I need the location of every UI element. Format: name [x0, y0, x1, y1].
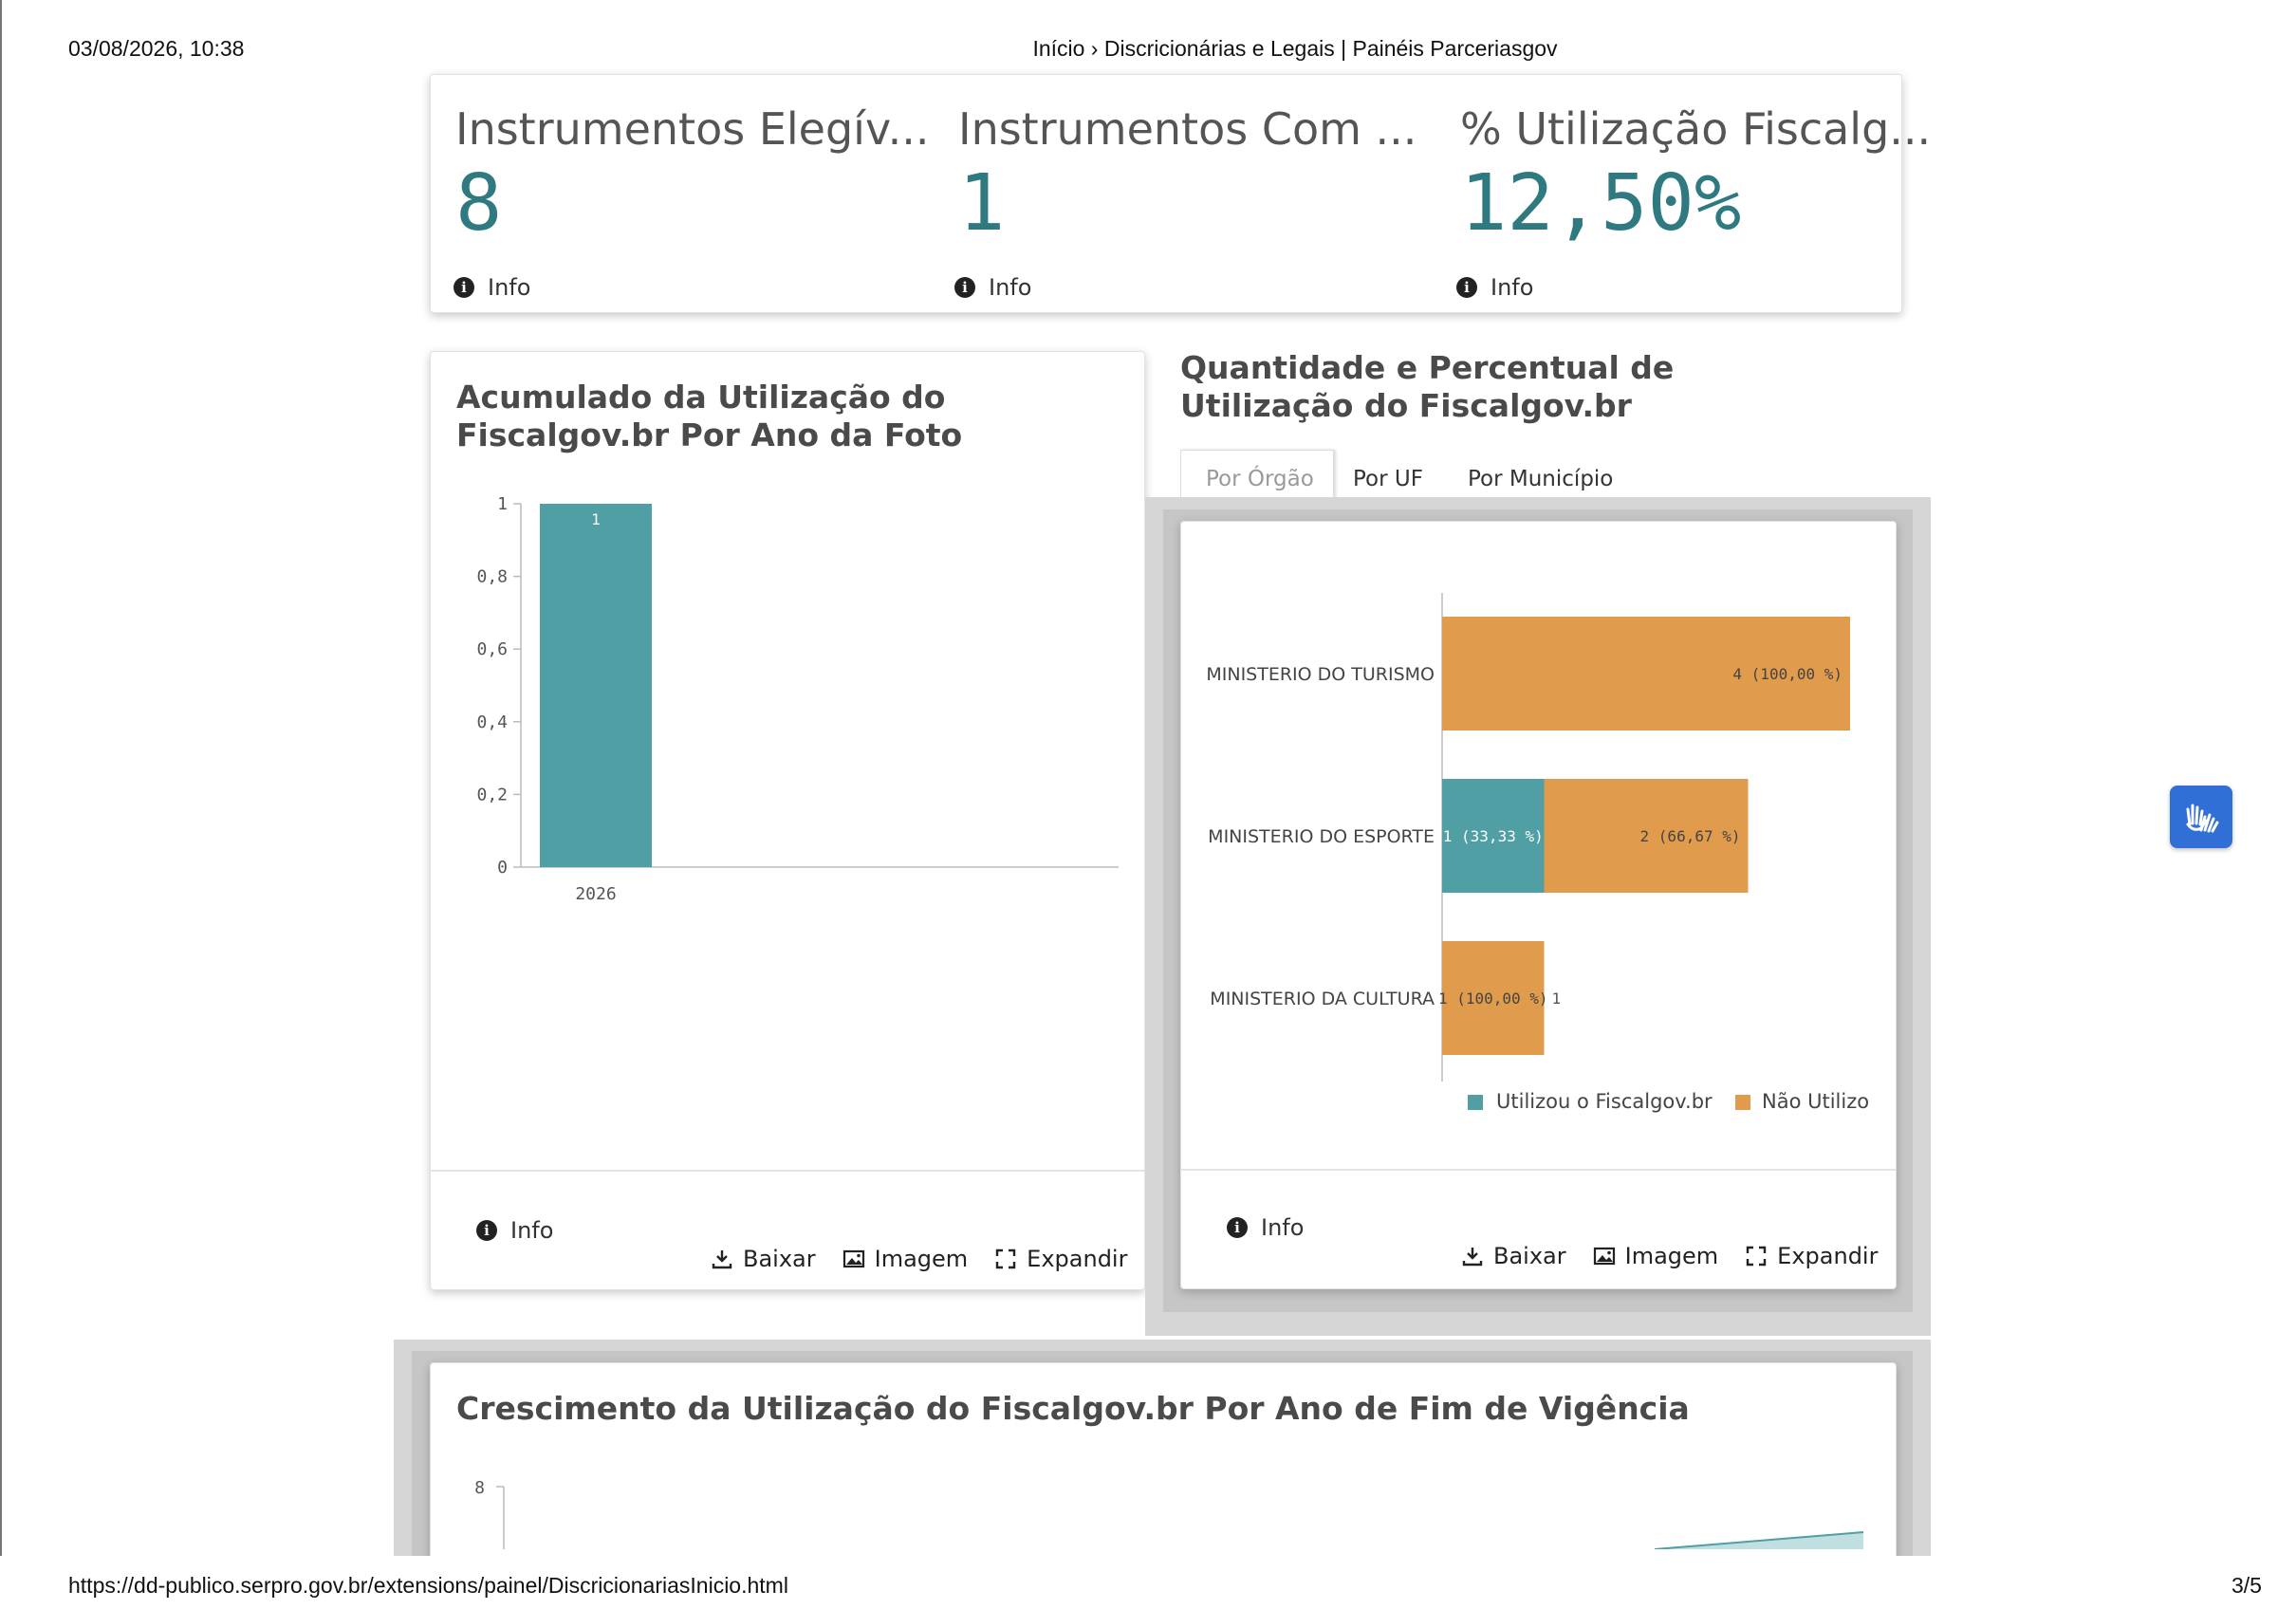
expand-button[interactable]: Expandir: [994, 1246, 1127, 1272]
y-tick-label: 0,8: [476, 567, 508, 587]
category-label: MINISTERIO DO TURISMO: [1206, 664, 1435, 685]
bar-data-label: 2 (66,67 %): [1640, 827, 1741, 845]
kpi-value: 1: [958, 158, 1006, 249]
bar-data-label: 1: [591, 510, 601, 528]
kpi-info-button[interactable]: i Info: [1456, 274, 1533, 301]
kpi-value: 8: [455, 158, 503, 249]
utilization-chart-panel: MINISTERIO DO TURISMO 4 (100,00 %) MINISTE…: [1180, 521, 1897, 1289]
y-tick-label: 0,2: [476, 785, 508, 804]
panel-title: Crescimento da Utilização do Fiscalgov.b…: [456, 1390, 1690, 1427]
info-label: Info: [488, 274, 531, 301]
sign-language-hands-icon: [2186, 804, 2219, 833]
kpi-eligible: Instrumentos Elegív... 8: [455, 103, 929, 249]
bar-data-label: 1 (33,33 %): [1443, 827, 1544, 845]
download-label: Baixar: [1493, 1243, 1566, 1269]
info-label: Info: [510, 1217, 554, 1244]
info-label: Info: [989, 274, 1032, 301]
info-icon: i: [1456, 277, 1477, 298]
accumulated-chart-panel: Acumulado da Utilização do Fiscalgov.br …: [430, 351, 1145, 1290]
y-tick-label: 8: [474, 1478, 485, 1498]
print-page-number: 3/5: [2231, 1573, 2262, 1598]
info-button[interactable]: i Info: [1227, 1214, 1304, 1241]
kpi-title: Instrumentos Elegív...: [455, 103, 930, 155]
image-button[interactable]: Imagem: [1593, 1243, 1719, 1269]
info-label: Info: [1491, 274, 1534, 301]
y-tick-label: 0,6: [476, 639, 508, 659]
kpi-with-fiscal: Instrumentos Com ... 1: [958, 103, 1416, 249]
sign-language-button[interactable]: [2170, 786, 2232, 848]
accumulated-bar-chart: 0 0,2 0,4 0,6 0,8 1 1 2026: [476, 494, 1119, 904]
image-label: Imagem: [874, 1246, 969, 1272]
expand-label: Expandir: [1777, 1243, 1879, 1269]
y-tick-label: 1: [497, 494, 508, 514]
download-icon: [1462, 1248, 1483, 1267]
bar-data-label: 1 (100,00 %): [1438, 989, 1548, 1008]
divider: [431, 1170, 1144, 1172]
tab-por-orgao[interactable]: Por Órgão: [1206, 467, 1314, 491]
info-button[interactable]: i Info: [476, 1217, 553, 1244]
download-icon: [712, 1250, 732, 1269]
y-tick-label: 0,4: [476, 712, 508, 732]
x-tick-label: 2026: [575, 884, 616, 904]
kpi-utilization: % Utilização Fiscalg... 12,50%: [1460, 103, 1931, 249]
expand-icon: [995, 1248, 1016, 1269]
expand-icon: [1746, 1246, 1767, 1267]
kpi-value: 12,50%: [1460, 158, 1742, 249]
expand-label: Expandir: [1027, 1246, 1128, 1272]
tab-por-uf[interactable]: Por UF: [1353, 467, 1423, 491]
legend-swatch: [1468, 1095, 1483, 1110]
kpi-title: % Utilização Fiscalg...: [1460, 103, 1932, 155]
divider: [1181, 1169, 1896, 1171]
info-icon: i: [954, 277, 975, 298]
y-tick-label: 0: [497, 858, 508, 878]
download-button[interactable]: Baixar: [711, 1246, 816, 1272]
download-button[interactable]: Baixar: [1461, 1243, 1566, 1269]
info-label: Info: [1261, 1214, 1305, 1241]
bar-data-label: 4 (100,00 %): [1732, 665, 1842, 683]
right-panel-title: Quantidade e Percentual de Utilização do…: [1180, 349, 1675, 424]
print-url: https://dd-publico.serpro.gov.br/extensi…: [68, 1573, 788, 1598]
image-button[interactable]: Imagem: [842, 1246, 969, 1272]
category-label: MINISTERIO DA CULTURA: [1210, 989, 1435, 1009]
image-icon: [842, 1249, 864, 1268]
growth-area-chart: 8: [474, 1478, 1864, 1549]
download-label: Baixar: [743, 1246, 816, 1272]
kpi-info-button[interactable]: i Info: [454, 274, 530, 301]
utilization-stacked-bar-chart: MINISTERIO DO TURISMO 4 (100,00 %) MINISTE…: [1206, 593, 1869, 1113]
print-page-title: Início › Discricionárias e Legais | Pain…: [1032, 36, 1558, 61]
kpi-card: Instrumentos Elegív... 8 i Info Instrumen…: [430, 74, 1931, 313]
kpi-title: Instrumentos Com ...: [958, 103, 1417, 155]
bar: [540, 504, 652, 867]
kpi-info-button[interactable]: i Info: [954, 274, 1031, 301]
panel-toolbar: Baixar Imagem Expandir: [711, 1246, 1127, 1272]
info-icon: i: [454, 277, 474, 298]
category-label: MINISTERIO DO ESPORTE: [1208, 826, 1435, 847]
tab-por-municipio[interactable]: Por Município: [1468, 467, 1613, 491]
expand-button[interactable]: Expandir: [1745, 1243, 1878, 1269]
bar-total-label: 1: [1552, 989, 1562, 1008]
legend-label: Utilizou o Fiscalgov.br: [1496, 1090, 1713, 1113]
image-label: Imagem: [1624, 1243, 1719, 1269]
panel-title: Acumulado da Utilização do Fiscalgov.br …: [456, 379, 963, 453]
image-icon: [1593, 1247, 1615, 1266]
info-icon: i: [1227, 1217, 1248, 1238]
legend-label: Não Utilizo: [1762, 1090, 1869, 1113]
page-left-border: [0, 0, 2, 1609]
panel-toolbar: Baixar Imagem Expandir: [1461, 1243, 1878, 1269]
growth-chart-panel: Crescimento da Utilização do Fiscalgov.b…: [430, 1362, 1897, 1573]
info-icon: i: [476, 1220, 497, 1241]
legend-swatch: [1735, 1095, 1750, 1110]
